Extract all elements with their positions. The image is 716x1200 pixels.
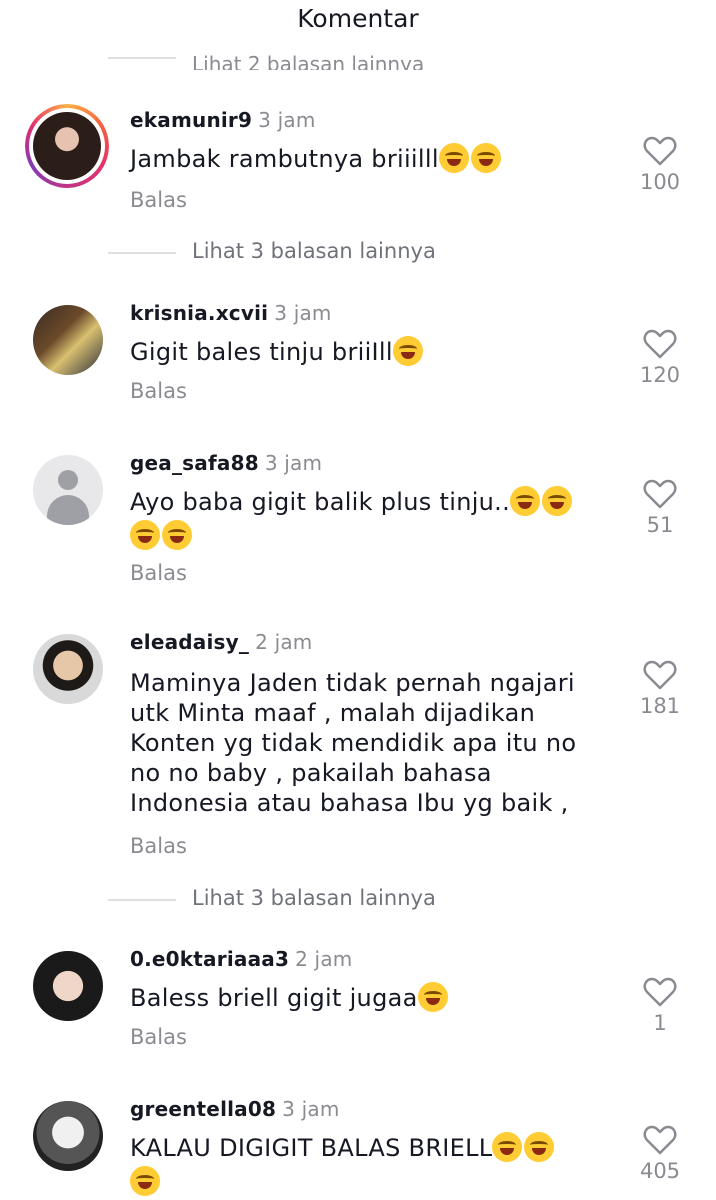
reply-button[interactable]: Balas xyxy=(130,379,187,403)
like-count: 100 xyxy=(639,170,681,194)
comment-username[interactable]: krisnia.xcvii 3 jam xyxy=(130,301,332,325)
tears-of-joy-emoji xyxy=(510,486,541,516)
avatar[interactable] xyxy=(33,634,103,704)
like-count: 120 xyxy=(639,363,681,387)
comment-username[interactable]: 0.e0ktariaaa3 2 jam xyxy=(130,947,352,971)
view-more-replies-label[interactable]: Lihat 3 balasan lainnya xyxy=(192,239,436,263)
comment-username[interactable]: eleadaisy_ 2 jam xyxy=(130,630,312,654)
heart-outline-icon[interactable] xyxy=(643,329,677,359)
tears-of-joy-emoji xyxy=(417,982,448,1012)
view-more-replies-label[interactable]: Lihat 3 balasan lainnya xyxy=(192,886,436,910)
tears-of-joy-emoji xyxy=(470,143,501,173)
comment-text: KALAU DIGIGIT BALAS BRIELL xyxy=(130,1131,610,1199)
tears-of-joy-emoji xyxy=(130,1166,160,1196)
comment-text: Jambak rambutnya briiilll xyxy=(130,142,610,176)
comment-text: Ayo baba gigit balik plus tinju.. xyxy=(130,485,610,553)
avatar[interactable] xyxy=(33,305,103,375)
comment-time: 3 jam xyxy=(274,301,332,325)
heart-outline-icon[interactable] xyxy=(643,977,677,1007)
heart-outline-icon[interactable] xyxy=(643,1125,677,1155)
like-button[interactable]: 120 xyxy=(630,329,690,387)
default-avatar-icon[interactable] xyxy=(33,455,103,525)
comments-header: Komentar xyxy=(0,0,716,44)
replies-divider xyxy=(108,57,176,59)
comment-text: Baless briell gigit jugaa xyxy=(130,981,610,1015)
like-button[interactable]: 51 xyxy=(630,479,690,537)
comment-text: Gigit bales tinju briiIll xyxy=(130,335,610,369)
like-count: 405 xyxy=(639,1159,681,1183)
tears-of-joy-emoji xyxy=(492,1132,523,1162)
tears-of-joy-emoji xyxy=(130,520,160,550)
view-more-replies-partial[interactable]: Lihat 2 balasan lainnya xyxy=(192,52,424,70)
reply-button[interactable]: Balas xyxy=(130,834,187,858)
comment-username[interactable]: gea_safa88 3 jam xyxy=(130,451,322,475)
replies-divider xyxy=(108,899,176,901)
comment-time: 2 jam xyxy=(295,947,353,971)
avatar[interactable] xyxy=(33,951,103,1021)
header-title: Komentar xyxy=(297,4,419,33)
tears-of-joy-emoji xyxy=(162,520,192,550)
like-count: 1 xyxy=(653,1011,667,1035)
like-count: 181 xyxy=(639,694,681,718)
reply-button[interactable]: Balas xyxy=(130,188,187,212)
tears-of-joy-emoji xyxy=(392,336,423,366)
comment-username[interactable]: greentella08 3 jam xyxy=(130,1097,340,1121)
reply-button[interactable]: Balas xyxy=(130,1025,187,1049)
comment-time: 2 jam xyxy=(255,630,313,654)
heart-outline-icon[interactable] xyxy=(643,136,677,166)
like-button[interactable]: 405 xyxy=(630,1125,690,1183)
comment-text: Maminya Jaden tidak pernah ngajari utk M… xyxy=(130,669,577,817)
heart-outline-icon[interactable] xyxy=(643,479,677,509)
comment-username[interactable]: ekamunir9 3 jam xyxy=(130,108,316,132)
avatar[interactable] xyxy=(33,1101,103,1171)
comment-time: 3 jam xyxy=(264,451,323,475)
view-more-replies[interactable]: Lihat 3 balasan lainnya xyxy=(0,884,716,916)
like-count: 51 xyxy=(646,513,674,537)
like-button[interactable]: 1 xyxy=(630,977,690,1035)
like-button[interactable]: 100 xyxy=(630,136,690,194)
like-button[interactable]: 181 xyxy=(630,660,690,718)
tears-of-joy-emoji xyxy=(542,486,573,516)
reply-button[interactable]: Balas xyxy=(130,561,187,585)
comment-time: 3 jam xyxy=(282,1097,340,1121)
comment-time: 3 jam xyxy=(258,108,316,132)
tears-of-joy-emoji xyxy=(524,1132,555,1162)
avatar[interactable] xyxy=(25,104,109,188)
tears-of-joy-emoji xyxy=(438,143,469,173)
view-more-replies[interactable]: Lihat 3 balasan lainnya xyxy=(0,237,716,269)
heart-outline-icon[interactable] xyxy=(643,660,677,690)
replies-divider xyxy=(108,252,176,254)
